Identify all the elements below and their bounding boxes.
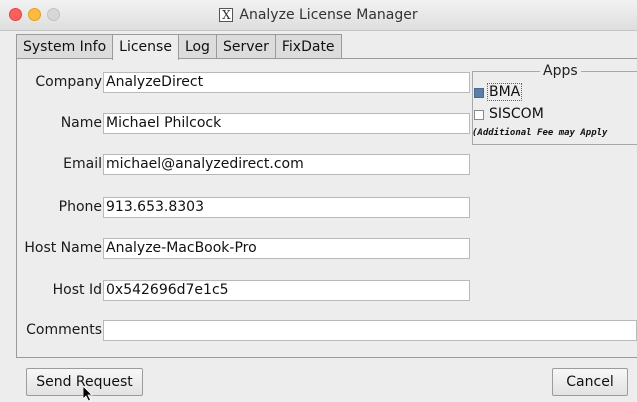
window-title: Analyze License Manager — [239, 7, 418, 23]
phone-field[interactable]: 913.653.8303 — [103, 197, 470, 218]
additional-fee-note: (Additional Fee may Apply — [472, 128, 608, 138]
window-titlebar: X Analyze License Manager — [0, 0, 637, 31]
tab-system-info[interactable]: System Info — [16, 34, 114, 58]
host-name-label: Host Name — [24, 240, 102, 256]
host-id-field[interactable]: 0x542696d7e1c5 — [103, 280, 470, 301]
siscom-checkbox[interactable] — [474, 110, 484, 120]
siscom-label[interactable]: SISCOM — [489, 106, 544, 122]
phone-label: Phone — [58, 199, 102, 215]
email-field[interactable]: michael@analyzedirect.com — [103, 154, 470, 175]
apps-group-title: Apps — [540, 63, 581, 79]
mouse-pointer-icon — [83, 386, 93, 402]
window-title-area: X Analyze License Manager — [0, 0, 637, 30]
tab-server[interactable]: Server — [215, 34, 276, 58]
host-name-field[interactable]: Analyze-MacBook-Pro — [103, 238, 470, 259]
name-field[interactable]: Michael Philcock — [103, 113, 470, 134]
email-label: Email — [63, 156, 102, 172]
tab-fixdate[interactable]: FixDate — [274, 34, 342, 58]
tab-bar: System Info License Log Server FixDate — [16, 34, 342, 60]
host-id-label: Host Id — [52, 282, 102, 298]
comments-field[interactable] — [103, 320, 637, 341]
company-field[interactable]: AnalyzeDirect — [103, 72, 470, 93]
company-label: Company — [35, 74, 102, 90]
tab-license[interactable]: License — [112, 34, 179, 60]
x11-icon: X — [219, 8, 234, 22]
bma-checkbox[interactable] — [474, 88, 484, 98]
tab-log[interactable]: Log — [177, 34, 217, 58]
cancel-button[interactable]: Cancel — [552, 368, 628, 396]
bma-label[interactable]: BMA — [487, 83, 523, 101]
name-label: Name — [60, 115, 102, 131]
comments-label: Comments — [26, 322, 102, 338]
